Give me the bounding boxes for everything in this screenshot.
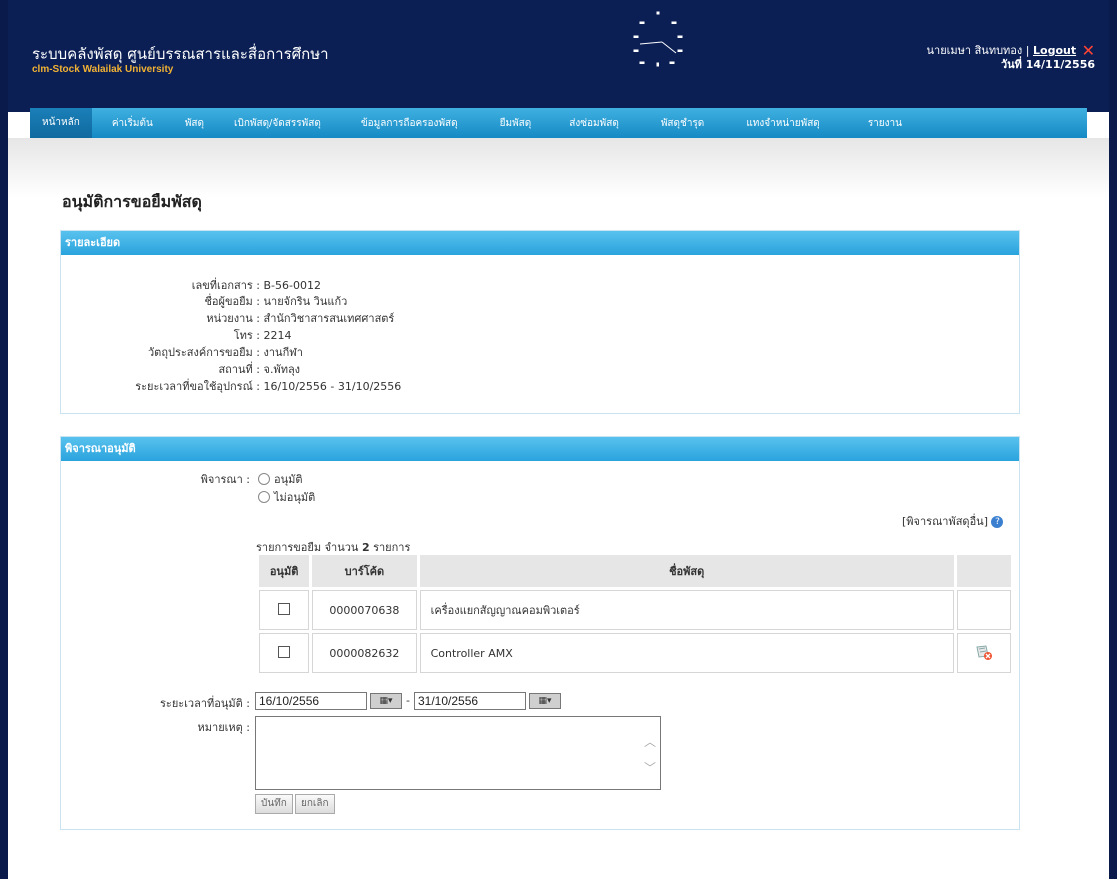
col-approve: อนุมัติ [259,555,310,587]
detail-value: B-56-0012 [263,279,321,292]
user-name: นายเมษา สินทบทอง | [926,44,1030,57]
approve-checkbox[interactable] [278,645,291,658]
detail-label: หน่วยงาน : [206,312,260,325]
row-action-cell [956,633,1011,673]
col-name: ชื่อพัสดุ [419,555,954,587]
approve-date-to[interactable]: 31/10/2556 [414,692,526,710]
row-action-cell [956,590,1011,630]
detail-label: ชื่อผู้ขอยืม : [204,295,260,308]
reject-option[interactable]: ไม่อนุมัติ [258,488,315,506]
calendar-to-icon[interactable]: ▦▾ [529,693,561,709]
delete-item-icon[interactable] [975,644,993,660]
approve-date-from[interactable]: 16/10/2556 [255,692,367,710]
note-label: หมายเหตุ : [197,721,250,734]
detail-label: สถานที่ : [218,363,260,376]
row-item-name: เครื่องแยกสัญญาณคอมพิวเตอร์ [419,590,954,630]
nav-home[interactable]: หน้าหลัก [30,108,92,138]
table-row: 0000070638 เครื่องแยกสัญญาณคอมพิวเตอร์ [259,590,1011,630]
nav-supplies[interactable]: พัสดุ [173,116,216,131]
site-title: ระบบคลังพัสดุ ศูนย์บรรณสารและสื่อการศึกษ… [32,45,329,63]
approve-option[interactable]: อนุมัติ [258,470,303,488]
nav-holdings[interactable]: ข้อมูลการถือครองพัสดุ [349,116,470,131]
table-row: 0000082632 Controller AMX [259,633,1011,673]
detail-value: 2214 [263,329,292,342]
nav-disposal[interactable]: แทงจำหน่ายพัสดุ [734,116,832,131]
approve-checkbox[interactable] [278,602,291,615]
detail-label: ระยะเวลาที่ขอใช้อุปกรณ์ : [135,380,260,393]
site-header: ระบบคลังพัสดุ ศูนย์บรรณสารและสื่อการศึกษ… [8,0,1109,112]
nav-borrow[interactable]: ยืมพัสดุ [488,116,544,131]
approve-option-label: อนุมัติ [274,473,303,486]
detail-value: นายจักริน วินแก้ว [263,295,348,308]
detail-phone: โทร : 2214 [0,326,292,344]
page-title: อนุมัติการขอยืมพัสดุ [62,192,202,211]
reject-option-label: ไม่อนุมัติ [274,491,316,504]
nav-defaults[interactable]: ค่าเริ่มต้น [100,116,165,131]
help-icon[interactable]: ? [991,516,1004,528]
site-subtitle: clm-Stock Walailak University [32,64,174,75]
other-items-label[interactable]: [พิจารณาพัสดุอื่น] [902,515,988,528]
reject-radio[interactable] [258,491,270,503]
row-item-name: Controller AMX [419,633,954,673]
nav-damaged[interactable]: พัสดุชำรุด [649,116,716,131]
user-area: นายเมษา สินทบทอง | Logout ✕ วันที่ 14/11… [926,43,1095,72]
scroll-down-icon[interactable]: ﹀ [644,759,656,776]
consider-label: พิจารณา : [200,473,250,486]
approve-period-label: ระยะเวลาที่อนุมัติ : [160,697,250,710]
detail-department: หน่วยงาน : สำนักวิชาสารสนเทศศาสตร์ [0,309,394,327]
detail-label: โทร : [233,329,260,342]
detail-value: 16/10/2556 - 31/10/2556 [263,380,402,393]
nav-repair[interactable]: ส่งซ่อมพัสดุ [557,116,631,131]
logout-link[interactable]: Logout [1033,44,1076,57]
scroll-up-icon[interactable]: ︿ [644,733,656,750]
approval-panel-title: พิจารณาอนุมัติ [61,437,1019,461]
detail-value: สำนักวิชาสารสนเทศศาสตร์ [263,312,395,325]
col-action [956,555,1011,587]
table-header-row: อนุมัติ บาร์โค้ด ชื่อพัสดุ [259,555,1011,587]
cancel-button[interactable]: ยกเลิก [295,794,335,814]
detail-location: สถานที่ : จ.พัทลุง [0,360,300,378]
clock-icon [633,11,683,67]
borrow-items-table: อนุมัติ บาร์โค้ด ชื่อพัสดุ 0000070638 เค… [256,552,1014,676]
col-barcode: บาร์โค้ด [312,555,417,587]
note-textarea[interactable]: ︿ ﹀ [255,716,661,790]
approve-radio[interactable] [258,473,270,485]
detail-label: วัตถุประสงค์การขอยืม : [148,346,260,359]
row-barcode: 0000070638 [312,590,417,630]
current-date: วันที่ 14/11/2556 [1000,58,1095,71]
subheader-band [8,138,1109,198]
row-approve-cell [259,633,310,673]
row-approve-cell [259,590,310,630]
date-separator: - [406,694,410,707]
detail-borrower: ชื่อผู้ขอยืม : นายจักริน วินแก้ว [0,292,347,310]
left-border [0,0,8,879]
calendar-from-icon[interactable]: ▦▾ [370,693,402,709]
row-barcode: 0000082632 [312,633,417,673]
detail-purpose: วัตถุประสงค์การขอยืม : งานกีฬา [0,343,303,361]
detail-value: จ.พัทลุง [263,363,301,376]
right-border [1109,0,1117,879]
other-items-link[interactable]: [พิจารณาพัสดุอื่น] ? [902,512,1004,530]
save-button[interactable]: บันทึก [255,794,293,814]
nav-reports[interactable]: รายงาน [856,116,914,131]
detail-value: งานกีฬา [263,346,303,359]
details-panel-title: รายละเอียด [61,231,1019,255]
main-nav: หน้าหลัก ค่าเริ่มต้น พัสดุ เบิกพัสดุ/จัด… [30,108,1087,138]
nav-requisition[interactable]: เบิกพัสดุ/จัดสรรพัสดุ [222,116,333,131]
detail-period: ระยะเวลาที่ขอใช้อุปกรณ์ : 16/10/2556 - 3… [0,377,401,395]
